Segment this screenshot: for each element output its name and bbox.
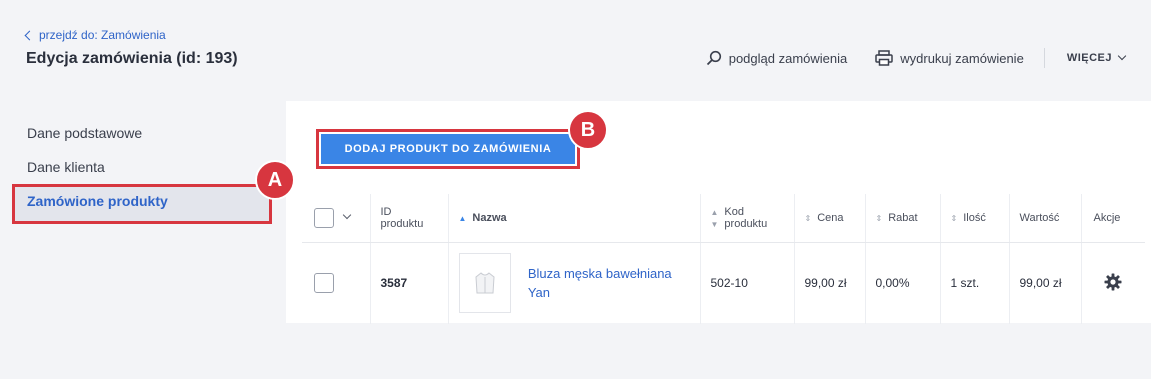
gear-icon[interactable] — [1104, 273, 1122, 291]
ordered-products-panel: DODAJ PRODUKT DO ZAMÓWIENIA ID produktu … — [286, 101, 1151, 324]
products-table: ID produktu ▲ Nazwa ▲ Kod ▼ produktu ⇕ Cena … — [302, 194, 1145, 324]
print-order-button[interactable]: wydrukuj zamówienie — [875, 50, 1024, 66]
product-thumbnail[interactable] — [458, 253, 511, 314]
row-actions-cell — [1080, 242, 1145, 324]
col-value-label: Wartość — [1019, 211, 1060, 224]
col-price-label: Cena — [817, 211, 844, 224]
search-icon — [706, 50, 721, 66]
col-header-name[interactable]: ▲ Nazwa — [447, 194, 700, 243]
table-header-row: ID produktu ▲ Nazwa ▲ Kod ▼ produktu ⇕ Cena … — [302, 194, 1145, 243]
col-id-line1: ID — [380, 205, 392, 218]
sidebar: Dane podstawowe Dane klienta Zamówione p… — [12, 116, 272, 224]
sort-icon: ▲ — [458, 213, 467, 223]
col-discount-label: Rabat — [888, 211, 918, 224]
product-qty: 1 szt. — [939, 242, 1009, 324]
add-button-highlight: DODAJ PRODUKT DO ZAMÓWIENIA — [316, 129, 580, 169]
annotation-badge-b: B — [568, 110, 608, 150]
col-header-actions: Akcje — [1080, 194, 1145, 243]
actions-divider — [1043, 48, 1045, 68]
table-row: 3587 Bluza męska bawełniana Yan 502-10 9… — [302, 242, 1145, 324]
hoodie-icon — [474, 272, 495, 294]
col-header-price[interactable]: ⇕ Cena — [793, 194, 865, 243]
back-link-label: przejdź do: Zamówienia — [39, 28, 166, 42]
product-id: 3587 — [369, 242, 448, 324]
printer-icon — [875, 50, 893, 66]
product-name-cell: Bluza męska bawełniana Yan — [447, 242, 700, 324]
select-all-header[interactable] — [302, 194, 370, 243]
page-title: Edycja zamówienia (id: 193) — [26, 50, 238, 67]
col-id-line2: produktu — [380, 217, 424, 230]
sort-up-icon: ▲ — [710, 207, 719, 217]
chevron-down-icon — [1117, 51, 1127, 61]
col-header-value: Wartość — [1008, 194, 1081, 243]
col-code-line2: produktu — [724, 217, 768, 230]
sort-icon: ⇕ — [875, 213, 883, 223]
col-name-label: Nazwa — [472, 211, 507, 224]
row-select-cell — [302, 242, 370, 324]
more-label: WIĘCEJ — [1066, 52, 1112, 64]
sidebar-item-customer-data[interactable]: Dane klienta — [12, 150, 272, 184]
add-product-button[interactable]: DODAJ PRODUKT DO ZAMÓWIENIA — [321, 134, 575, 164]
more-dropdown[interactable]: WIĘCEJ — [1066, 51, 1127, 64]
col-header-code[interactable]: ▲ Kod ▼ produktu — [699, 194, 794, 243]
sidebar-item-ordered-products[interactable]: Zamówione produkty — [12, 184, 272, 224]
annotation-badge-a: A — [255, 160, 295, 200]
sort-down-icon: ▼ — [710, 219, 719, 229]
print-order-label: wydrukuj zamówienie — [900, 50, 1024, 66]
select-all-checkbox[interactable] — [314, 207, 334, 228]
row-checkbox[interactable] — [314, 273, 334, 294]
col-header-discount[interactable]: ⇕ Rabat — [864, 194, 940, 243]
col-header-id: ID produktu — [369, 194, 448, 243]
header-actions: podgląd zamówienia wydrukuj zamówienie W… — [706, 48, 1127, 68]
col-qty-label: Ilość — [963, 211, 986, 224]
col-actions-label: Akcje — [1093, 211, 1121, 224]
product-code: 502-10 — [699, 242, 794, 324]
sidebar-item-basic-data[interactable]: Dane podstawowe — [12, 116, 272, 150]
col-header-qty[interactable]: ⇕ Ilość — [939, 194, 1009, 243]
product-value: 99,00 zł — [1008, 242, 1081, 324]
preview-order-label: podgląd zamówienia — [728, 50, 848, 66]
product-price: 99,00 zł — [793, 242, 865, 324]
product-name-link[interactable]: Bluza męska bawełniana Yan — [528, 264, 688, 302]
product-discount: 0,00% — [864, 242, 940, 324]
chevron-left-icon — [24, 30, 35, 40]
sort-icon: ⇕ — [804, 213, 812, 223]
preview-order-button[interactable]: podgląd zamówienia — [706, 50, 848, 66]
sort-icon: ⇕ — [950, 213, 958, 223]
back-link[interactable]: przejdź do: Zamówienia — [24, 28, 166, 42]
chevron-down-icon[interactable] — [342, 210, 352, 219]
col-code-line1: Kod — [724, 205, 744, 218]
